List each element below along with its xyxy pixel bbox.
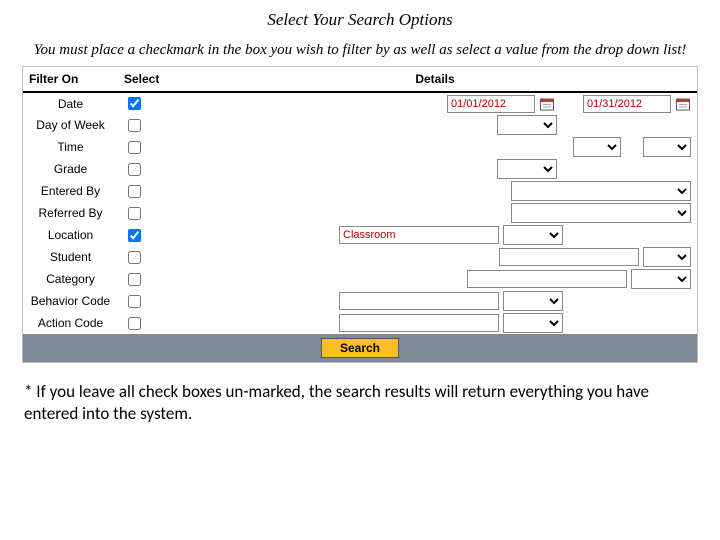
label-date: Date: [23, 92, 118, 114]
input-location[interactable]: [339, 226, 499, 244]
select-entered-by[interactable]: [511, 181, 691, 201]
row-entered-by: Entered By: [23, 180, 697, 202]
check-behavior-code[interactable]: [128, 295, 141, 308]
row-behavior-code: Behavior Code: [23, 290, 697, 312]
label-time: Time: [23, 136, 118, 158]
search-bar: Search: [23, 334, 697, 362]
row-location: Location: [23, 224, 697, 246]
input-student[interactable]: [499, 248, 639, 266]
calendar-icon[interactable]: [675, 96, 691, 112]
row-day-of-week: Day of Week: [23, 114, 697, 136]
row-grade: Grade: [23, 158, 697, 180]
check-location[interactable]: [128, 229, 141, 242]
check-grade[interactable]: [128, 163, 141, 176]
col-select: Select: [118, 67, 173, 92]
row-time: Time: [23, 136, 697, 158]
col-details: Details: [173, 67, 697, 92]
select-location[interactable]: [503, 225, 563, 245]
select-time-from[interactable]: [573, 137, 621, 157]
label-action-code: Action Code: [23, 312, 118, 334]
select-grade[interactable]: [497, 159, 557, 179]
select-category[interactable]: [631, 269, 691, 289]
row-date: Date: [23, 92, 697, 114]
select-action-code[interactable]: [503, 313, 563, 333]
label-behavior-code: Behavior Code: [23, 290, 118, 312]
check-time[interactable]: [128, 141, 141, 154]
check-day-of-week[interactable]: [128, 119, 141, 132]
page-subtitle: You must place a checkmark in the box yo…: [20, 40, 700, 60]
select-behavior-code[interactable]: [503, 291, 563, 311]
input-category[interactable]: [467, 270, 627, 288]
label-student: Student: [23, 246, 118, 268]
select-time-to[interactable]: [643, 137, 691, 157]
label-grade: Grade: [23, 158, 118, 180]
check-referred-by[interactable]: [128, 207, 141, 220]
label-entered-by: Entered By: [23, 180, 118, 202]
date-to-input[interactable]: [583, 95, 671, 113]
row-category: Category: [23, 268, 697, 290]
check-student[interactable]: [128, 251, 141, 264]
input-behavior-code[interactable]: [339, 292, 499, 310]
select-student[interactable]: [643, 247, 691, 267]
filter-panel: Filter On Select Details Date: [22, 66, 698, 363]
footnote-text: * If you leave all check boxes un-marked…: [24, 381, 696, 425]
check-category[interactable]: [128, 273, 141, 286]
label-day-of-week: Day of Week: [23, 114, 118, 136]
page-title: Select Your Search Options: [20, 10, 700, 30]
search-button[interactable]: Search: [321, 338, 399, 358]
check-date[interactable]: [128, 97, 141, 110]
check-entered-by[interactable]: [128, 185, 141, 198]
col-filter-on: Filter On: [23, 67, 118, 92]
select-day-of-week[interactable]: [497, 115, 557, 135]
check-action-code[interactable]: [128, 317, 141, 330]
row-student: Student: [23, 246, 697, 268]
label-referred-by: Referred By: [23, 202, 118, 224]
label-location: Location: [23, 224, 118, 246]
input-action-code[interactable]: [339, 314, 499, 332]
filter-table: Filter On Select Details Date: [23, 67, 697, 334]
row-referred-by: Referred By: [23, 202, 697, 224]
date-from-input[interactable]: [447, 95, 535, 113]
label-category: Category: [23, 268, 118, 290]
calendar-icon[interactable]: [539, 96, 555, 112]
row-action-code: Action Code: [23, 312, 697, 334]
select-referred-by[interactable]: [511, 203, 691, 223]
